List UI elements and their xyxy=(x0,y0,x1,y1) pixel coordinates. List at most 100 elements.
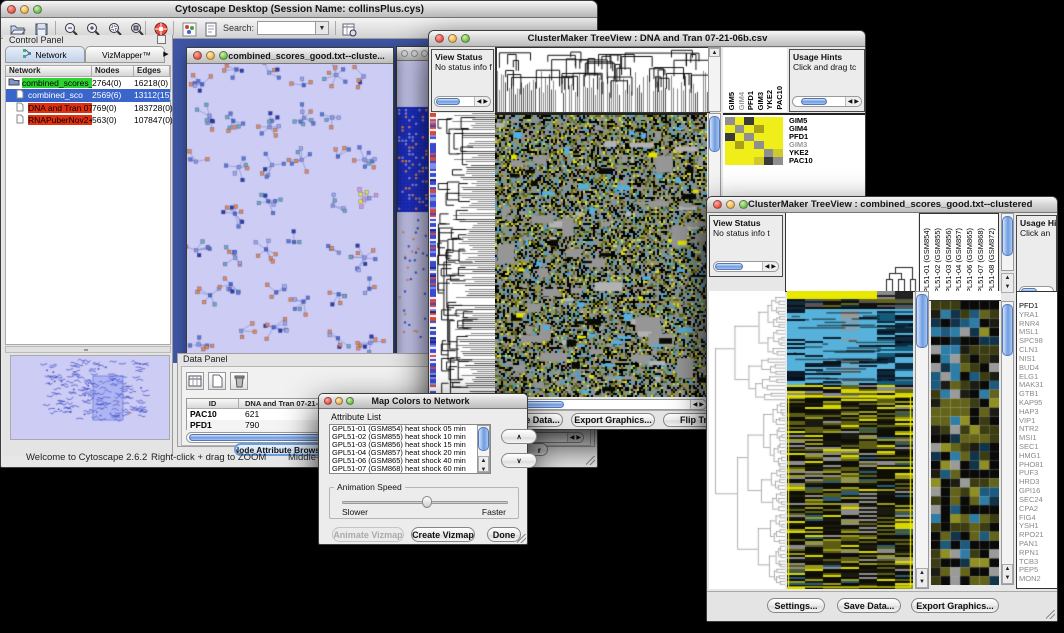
dna-heatmap[interactable] xyxy=(495,113,707,397)
heatmap-cell xyxy=(744,133,754,141)
close-button[interactable] xyxy=(435,34,444,43)
attribute-browser-icon[interactable] xyxy=(341,21,358,38)
window-controls[interactable] xyxy=(707,200,748,209)
close-button[interactable] xyxy=(7,5,16,14)
column-header[interactable]: ID xyxy=(187,399,239,409)
close-button[interactable] xyxy=(713,200,722,209)
panel-splitter[interactable] xyxy=(5,346,171,353)
combined-labels-scroll-arrows[interactable]: ▲▼ xyxy=(1001,273,1014,293)
attribute-list-vscrollbar[interactable]: ▲▼ xyxy=(477,425,490,473)
view-status-hscrollbar[interactable]: ◀▶ xyxy=(713,261,779,272)
zoom-button[interactable] xyxy=(739,200,748,209)
tab-overflow-arrow[interactable]: ▶ xyxy=(161,49,171,61)
dialog-title-bar[interactable]: Map Colors to Network xyxy=(319,394,527,409)
network-row[interactable]: combined_scores_2764(0)16218(0) xyxy=(6,77,170,89)
column-header-network[interactable]: Network xyxy=(6,66,92,77)
heatmap-cell xyxy=(735,149,745,157)
column-label: GPL51-01 (GSM854) xyxy=(922,228,931,299)
zoom-button[interactable] xyxy=(33,5,42,14)
combined-labels-vscrollbar[interactable] xyxy=(1001,213,1014,271)
combined-zoom-vscrollbar[interactable]: ▲▼ xyxy=(1001,301,1014,585)
minimize-button[interactable] xyxy=(726,200,735,209)
combined-button-export-graphics-[interactable]: Export Graphics... xyxy=(911,598,999,613)
combined-resize-grip[interactable] xyxy=(1046,610,1055,619)
float-panel-icon[interactable] xyxy=(157,35,166,44)
network-row[interactable]: DNA and Tran 07769(0)183728(0) xyxy=(6,102,170,114)
heatmap-cell xyxy=(735,117,745,125)
edge-count: 107847(0) xyxy=(134,115,173,125)
heatmap-cell xyxy=(725,125,735,133)
dialog-button-done[interactable]: Done xyxy=(487,527,521,542)
network-table: NetworkNodesEdgescombined_scores_2764(0)… xyxy=(5,65,171,345)
combined-zoom-heatmap[interactable] xyxy=(931,301,999,585)
dialog-button-animate-vizmap[interactable]: Animate Vizmap xyxy=(332,527,404,542)
attribute-item[interactable]: GPL51-07 (GSM868) heat shock 60 min xyxy=(330,465,490,473)
main-title-bar[interactable]: Cytoscape Desktop (Session Name: collins… xyxy=(1,1,597,18)
delete-attribute-icon[interactable] xyxy=(230,372,248,390)
dna-button-export-graphics-[interactable]: Export Graphics... xyxy=(571,413,655,427)
search-label: Search: xyxy=(223,23,254,33)
window-controls[interactable] xyxy=(1,5,42,14)
zoom-button[interactable] xyxy=(461,34,470,43)
network-overview-thumbnail[interactable] xyxy=(10,355,170,440)
tab-vizmapper[interactable]: VizMapper™ xyxy=(85,46,165,63)
window-controls[interactable] xyxy=(187,51,228,60)
zoom-button[interactable] xyxy=(346,397,354,405)
combined-vscrollbar[interactable]: ▲▼ xyxy=(915,291,929,589)
heatmap-cell xyxy=(754,149,764,157)
combined-title-bar[interactable]: ClusterMaker TreeView : combined_scores_… xyxy=(707,197,1057,213)
zoom-button[interactable] xyxy=(421,50,428,57)
dna-row-dendrogram[interactable] xyxy=(436,113,495,395)
move-down-button[interactable]: ∨ xyxy=(501,453,537,468)
view-status-hscrollbar[interactable]: ◀▶ xyxy=(434,96,491,107)
node-count: 563(0) xyxy=(92,115,134,125)
combined-button-settings-[interactable]: Settings... xyxy=(767,598,825,613)
annotation-icon[interactable] xyxy=(203,21,220,38)
table-mode-icon[interactable] xyxy=(186,372,204,390)
network-row[interactable]: RNAPuberNov2+I563(0)107847(0) xyxy=(6,114,170,126)
minimize-button[interactable] xyxy=(448,34,457,43)
search-dropdown-arrow[interactable]: ▼ xyxy=(315,21,329,35)
tab-network[interactable]: Network xyxy=(5,46,85,63)
heatmap-cell xyxy=(725,141,735,149)
network-view-window[interactable]: combined_scores_good.txt--cluste... xyxy=(186,47,394,363)
attribute-list[interactable]: GPL51-01 (GSM854) heat shock 05 minGPL51… xyxy=(329,424,491,474)
usage-hints-hscrollbar[interactable]: ◀▶ xyxy=(792,96,862,107)
column-header-edges[interactable]: Edges xyxy=(134,66,170,77)
dialog-resize-grip[interactable] xyxy=(517,534,526,543)
usage-hints-title: Usage Hints xyxy=(790,50,864,62)
resize-grip[interactable] xyxy=(586,456,595,465)
status-welcome: Welcome to Cytoscape 2.6.2 xyxy=(26,452,147,463)
minimize-button[interactable] xyxy=(411,50,418,57)
minimize-button[interactable] xyxy=(335,397,343,405)
zoom-button[interactable] xyxy=(219,51,228,60)
dna-column-dendrogram[interactable] xyxy=(495,47,710,113)
heatmap-cell xyxy=(725,117,735,125)
heatmap-cell xyxy=(744,117,754,125)
heatmap-cell xyxy=(773,117,783,125)
column-header-nodes[interactable]: Nodes xyxy=(92,66,134,77)
close-button[interactable] xyxy=(193,51,202,60)
minimize-button[interactable] xyxy=(20,5,29,14)
close-button[interactable] xyxy=(324,397,332,405)
gene-label[interactable]: MON2 xyxy=(1017,575,1057,584)
combined-row-dendrogram[interactable] xyxy=(709,291,785,589)
dna-title-bar[interactable]: ClusterMaker TreeView : DNA and Tran 07-… xyxy=(429,31,865,47)
minimize-button[interactable] xyxy=(206,51,215,60)
new-attribute-icon[interactable] xyxy=(208,372,226,390)
window-controls[interactable] xyxy=(429,34,470,43)
move-up-button[interactable]: ∧ xyxy=(501,429,537,444)
network-row[interactable]: combined_sco2569(6)13112(15) xyxy=(6,89,170,101)
close-button[interactable] xyxy=(401,50,408,57)
vizmapper-icon[interactable] xyxy=(181,21,198,38)
combined-global-heatmap[interactable] xyxy=(787,291,913,589)
speed-slider-thumb[interactable] xyxy=(422,496,432,508)
dna-zoom-heatmap[interactable] xyxy=(725,117,783,165)
dna-top-scroll-strip[interactable]: ▲ xyxy=(708,47,721,112)
dialog-button-create-vizmap[interactable]: Create Vizmap xyxy=(411,527,475,542)
network-view-canvas[interactable] xyxy=(187,64,393,363)
network-window-title-bar[interactable]: combined_scores_good.txt--cluste... xyxy=(187,48,393,64)
column-label: GPL51-08 (GSM872) xyxy=(987,228,996,299)
combined-button-save-data-[interactable]: Save Data... xyxy=(837,598,901,613)
combined-column-dendrogram[interactable] xyxy=(785,213,918,292)
